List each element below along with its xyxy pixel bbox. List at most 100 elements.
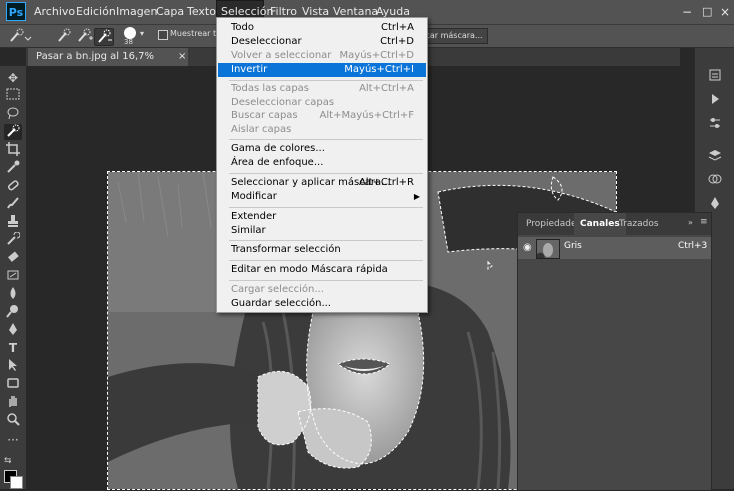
- menu-item-shortcut: Ctrl+D: [380, 36, 414, 47]
- menu-item-label: Todo: [231, 22, 254, 33]
- channels-panel: Propiedades Canales Trazados » ≡ ◉ Gris …: [517, 212, 712, 491]
- collapse-panel-icon[interactable]: »: [688, 218, 693, 227]
- menu-item-seleccionar-y-aplicar-mascara[interactable]: Seleccionar y aplicar máscara... Alt+Ctrl…: [218, 176, 426, 190]
- clone-stamp-tool-icon[interactable]: [4, 214, 22, 230]
- pen-tool-icon[interactable]: [4, 322, 22, 338]
- menu-item-label: Aislar capas: [231, 124, 292, 135]
- quick-selection-tool-icon[interactable]: [4, 124, 22, 140]
- minimize-icon[interactable]: −: [678, 0, 696, 24]
- menu-item-extender[interactable]: Extender: [218, 210, 426, 224]
- menu-item-deseleccionar[interactable]: Deseleccionar Ctrl+D: [218, 35, 426, 49]
- brush-tool-icon[interactable]: [4, 196, 22, 212]
- menu-item-label: Modificar: [231, 191, 277, 202]
- menu-item-todo[interactable]: Todo Ctrl+A: [218, 21, 426, 35]
- lasso-tool-icon[interactable]: [4, 106, 22, 122]
- eyedropper-tool-icon[interactable]: [4, 160, 22, 176]
- selection-menu-dropdown: Todo Ctrl+A Deseleccionar Ctrl+D Volver a …: [216, 17, 428, 313]
- blur-tool-icon[interactable]: [4, 286, 22, 302]
- crop-tool-icon[interactable]: [4, 142, 22, 158]
- close-window-icon[interactable]: ×: [716, 0, 734, 24]
- swap-colors-icon[interactable]: ⇆: [4, 456, 12, 466]
- add-to-selection-icon[interactable]: [75, 28, 93, 44]
- path-selection-tool-icon[interactable]: [4, 358, 22, 374]
- panel-tabs: Propiedades Canales Trazados » ≡: [518, 213, 711, 235]
- gradient-tool-icon[interactable]: [4, 268, 22, 284]
- menu-item-label: Deseleccionar capas: [231, 97, 335, 108]
- quick-selection-preset-icon[interactable]: [8, 28, 32, 44]
- menu-item-shortcut: Alt+Mayús+Ctrl+F: [319, 110, 414, 121]
- channel-row-gris[interactable]: ◉ Gris Ctrl+3: [518, 237, 711, 259]
- photoshop-logo-icon: Ps: [6, 2, 26, 21]
- menu-item-similar[interactable]: Similar: [218, 224, 426, 238]
- healing-brush-tool-icon[interactable]: [4, 178, 22, 194]
- menu-item-label: Cargar selección...: [231, 284, 324, 295]
- layers-panel-icon[interactable]: [707, 148, 723, 164]
- zoom-tool-icon[interactable]: [4, 412, 22, 428]
- menu-item-label: Volver a seleccionar: [231, 50, 332, 61]
- menu-item-label: Área de enfoque...: [231, 157, 324, 168]
- channels-panel-icon[interactable]: [707, 172, 723, 188]
- menu-item-gama-de-colores[interactable]: Gama de colores...: [218, 142, 426, 156]
- menu-item-label: Similar: [231, 225, 266, 236]
- tab-trazados[interactable]: Trazados: [613, 213, 665, 235]
- menu-item-shortcut: Mayús+Ctrl+I: [344, 64, 414, 75]
- history-brush-tool-icon[interactable]: [4, 231, 22, 248]
- history-panel-icon[interactable]: [707, 68, 723, 84]
- move-tool-icon[interactable]: ✥: [4, 70, 22, 86]
- adjustments-panel-icon[interactable]: [707, 116, 723, 132]
- menu-separator: [229, 260, 423, 261]
- marquee-tool-icon[interactable]: [4, 88, 22, 104]
- menu-item-shortcut: Alt+Ctrl+A: [359, 83, 414, 94]
- channel-thumbnail: [536, 239, 560, 259]
- menu-item-label: Invertir: [231, 64, 268, 75]
- hand-tool-icon[interactable]: [4, 394, 22, 410]
- menu-separator: [229, 280, 423, 281]
- channel-shortcut: Ctrl+3: [678, 241, 708, 251]
- menu-item-label: Editar en modo Máscara rápida: [231, 264, 388, 275]
- actions-panel-icon[interactable]: [707, 92, 723, 108]
- menu-texto[interactable]: Texto: [183, 0, 220, 24]
- menu-item-label: Todas las capas: [231, 83, 309, 94]
- background-color-swatch[interactable]: [10, 476, 23, 489]
- brush-picker-chevron-icon[interactable]: ▾: [140, 29, 144, 38]
- panel-menu-icon[interactable]: ≡: [700, 217, 708, 227]
- menu-separator: [229, 173, 423, 174]
- menu-item-shortcut: Alt+Ctrl+R: [358, 177, 414, 188]
- submenu-arrow-icon: ▶: [413, 192, 420, 201]
- menu-item-deseleccionar-capas[interactable]: Deseleccionar capas: [218, 96, 426, 110]
- maximize-icon[interactable]: □: [698, 0, 716, 24]
- menu-item-editar-en-modo-mascara-rapida[interactable]: Editar en modo Máscara rápida: [218, 263, 426, 277]
- dodge-tool-icon[interactable]: [4, 304, 22, 320]
- menu-item-label: Guardar selección...: [231, 298, 331, 309]
- menu-separator: [229, 80, 423, 81]
- close-tab-icon[interactable]: ×: [178, 48, 186, 66]
- eraser-tool-icon[interactable]: [4, 250, 22, 266]
- document-tab[interactable]: Pasar a bn.jpg al 16,7% (Gris/8) * ×: [28, 48, 188, 80]
- paths-panel-icon[interactable]: [707, 196, 723, 212]
- channel-name: Gris: [564, 241, 582, 251]
- visibility-eye-icon[interactable]: ◉: [523, 242, 532, 253]
- menu-item-modificar[interactable]: Modificar ▶: [218, 190, 426, 204]
- menu-item-volver-a-seleccionar[interactable]: Volver a seleccionar Mayús+Ctrl+D: [218, 49, 426, 63]
- menu-item-cargar-seleccion[interactable]: Cargar selección...: [218, 283, 426, 297]
- refine-mask-button[interactable]: licar máscara...: [420, 28, 488, 44]
- subtract-from-selection-icon[interactable]: [94, 28, 114, 46]
- menu-item-label: Extender: [231, 211, 277, 222]
- menu-item-shortcut: Ctrl+A: [380, 22, 414, 33]
- menu-item-aislar-capas[interactable]: Aislar capas: [218, 123, 426, 137]
- menu-item-area-de-enfoque[interactable]: Área de enfoque...: [218, 156, 426, 170]
- tools-panel: ✥ T ··· ⇆: [0, 66, 27, 489]
- rectangle-tool-icon[interactable]: [4, 376, 22, 392]
- menu-item-invertir[interactable]: Invertir Mayús+Ctrl+I: [218, 63, 426, 77]
- menu-item-transformar-seleccion[interactable]: Transformar selección: [218, 243, 426, 257]
- menu-item-buscar-capas[interactable]: Buscar capas Alt+Mayús+Ctrl+F: [218, 109, 426, 123]
- menu-separator: [229, 240, 423, 241]
- more-tools-icon[interactable]: ···: [4, 432, 22, 448]
- menu-item-guardar-seleccion[interactable]: Guardar selección...: [218, 297, 426, 311]
- type-tool-icon[interactable]: T: [4, 340, 22, 356]
- menu-item-todas-las-capas[interactable]: Todas las capas Alt+Ctrl+A: [218, 82, 426, 96]
- new-selection-icon[interactable]: [55, 28, 73, 44]
- menu-separator: [229, 139, 423, 140]
- menu-item-label: Gama de colores...: [231, 143, 325, 154]
- sample-all-layers-checkbox[interactable]: [158, 30, 168, 40]
